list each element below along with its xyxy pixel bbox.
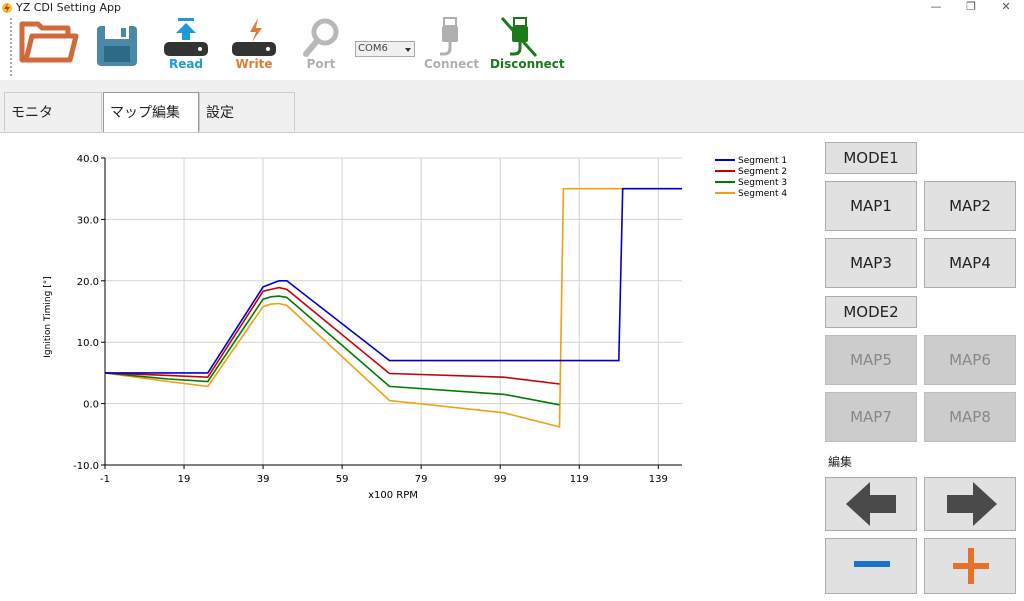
magnifier-icon <box>303 18 339 57</box>
x-tick-label: -1 <box>100 474 110 485</box>
port-label: Port <box>306 57 336 71</box>
x-tick-label: 99 <box>494 474 507 485</box>
device-write-icon <box>232 18 276 56</box>
map5-button[interactable]: MAP5 <box>825 335 917 385</box>
legend-label: Segment 4 <box>738 189 787 199</box>
save-disk-icon <box>97 26 137 66</box>
decrement-button[interactable] <box>825 538 917 594</box>
minus-icon <box>854 561 890 567</box>
tab-monitor[interactable]: モニタ <box>4 92 102 131</box>
com-port-value: COM6 <box>358 43 388 54</box>
y-tick-label: 10.0 <box>77 338 99 349</box>
mode1-button[interactable]: MODE1 <box>825 142 917 174</box>
connect-button[interactable]: Connect <box>424 16 480 80</box>
map1-button[interactable]: MAP1 <box>825 181 917 231</box>
window-title: YZ CDI Setting App <box>16 1 122 14</box>
chart-grid <box>104 157 682 466</box>
read-label: Read <box>168 57 204 71</box>
series-line-segment-4 <box>104 187 682 428</box>
map7-button[interactable]: MAP7 <box>825 392 917 442</box>
x-tick-label: 79 <box>415 474 428 485</box>
arrow-left-icon <box>846 482 896 526</box>
usb-disconnect-icon <box>500 16 538 58</box>
tab-strip: モニタ マップ編集 設定 <box>0 80 1024 132</box>
legend-label: Segment 3 <box>738 178 787 188</box>
close-button[interactable]: ✕ <box>990 0 1022 16</box>
save-button[interactable] <box>95 16 141 80</box>
x-tick-label: 39 <box>257 474 270 485</box>
disconnect-button[interactable]: Disconnect <box>490 16 565 80</box>
port-button[interactable]: Port <box>296 16 346 80</box>
legend-label: Segment 2 <box>738 167 787 177</box>
legend-label: Segment 1 <box>738 156 787 166</box>
x-axis-label: x100 RPM <box>368 490 418 501</box>
series-line-segment-3 <box>104 295 560 406</box>
map2-button[interactable]: MAP2 <box>924 181 1016 231</box>
tab-settings[interactable]: 設定 <box>199 92 295 131</box>
map8-button[interactable]: MAP8 <box>924 392 1016 442</box>
connect-label: Connect <box>424 57 480 71</box>
y-tick-label: -10.0 <box>73 461 99 472</box>
y-tick-label: 0.0 <box>83 400 99 411</box>
disconnect-label: Disconnect <box>490 57 565 71</box>
app-lightning-icon <box>2 3 12 13</box>
minimize-button[interactable]: — <box>920 0 952 16</box>
write-button[interactable]: Write <box>228 16 280 80</box>
chart-axes: -1 19 39 59 79 99 119 139 -10.0 0.0 10.0 20.0 30.0 40… <box>73 154 682 485</box>
toolbar: Read Write Port COM6 Connect Disconnect <box>0 16 1024 81</box>
y-axis-label: Ignition Timing [°] <box>43 276 53 357</box>
increment-button[interactable] <box>924 538 1016 594</box>
y-tick-label: 30.0 <box>77 215 99 226</box>
restore-button[interactable]: ❐ <box>955 0 987 16</box>
map3-button[interactable]: MAP3 <box>825 238 917 288</box>
chart-legend: Segment 1Segment 2Segment 3Segment 4 <box>715 156 787 199</box>
y-tick-label: 40.0 <box>77 154 99 165</box>
tab-map-edit[interactable]: マップ編集 <box>103 92 199 132</box>
mode2-button[interactable]: MODE2 <box>825 296 917 328</box>
arrow-right-icon <box>947 482 997 526</box>
x-tick-label: 19 <box>178 474 191 485</box>
map4-button[interactable]: MAP4 <box>924 238 1016 288</box>
ignition-timing-chart: -1 19 39 59 79 99 119 139 -10.0 0.0 10.0 20.0 30.0 40… <box>43 154 787 501</box>
com-port-select[interactable]: COM6 <box>355 41 415 57</box>
device-read-icon <box>164 18 208 56</box>
write-label: Write <box>235 57 273 71</box>
title-bar: YZ CDI Setting App — ❐ ✕ <box>0 0 1024 16</box>
map6-button[interactable]: MAP6 <box>924 335 1016 385</box>
y-tick-label: 20.0 <box>77 277 99 288</box>
prev-button[interactable] <box>825 477 917 531</box>
edit-section-label: 編集 <box>828 455 853 469</box>
folder-open-icon <box>19 21 79 63</box>
chart-series <box>104 187 682 428</box>
x-tick-label: 59 <box>336 474 349 485</box>
read-button[interactable]: Read <box>160 16 212 80</box>
open-folder-button[interactable] <box>18 16 82 80</box>
plus-icon <box>953 548 989 584</box>
next-button[interactable] <box>924 477 1016 531</box>
x-tick-label: 139 <box>649 474 668 485</box>
chevron-down-icon <box>405 48 411 52</box>
x-tick-label: 119 <box>570 474 589 485</box>
usb-plug-icon <box>440 17 458 56</box>
toolbar-grip <box>10 18 12 78</box>
